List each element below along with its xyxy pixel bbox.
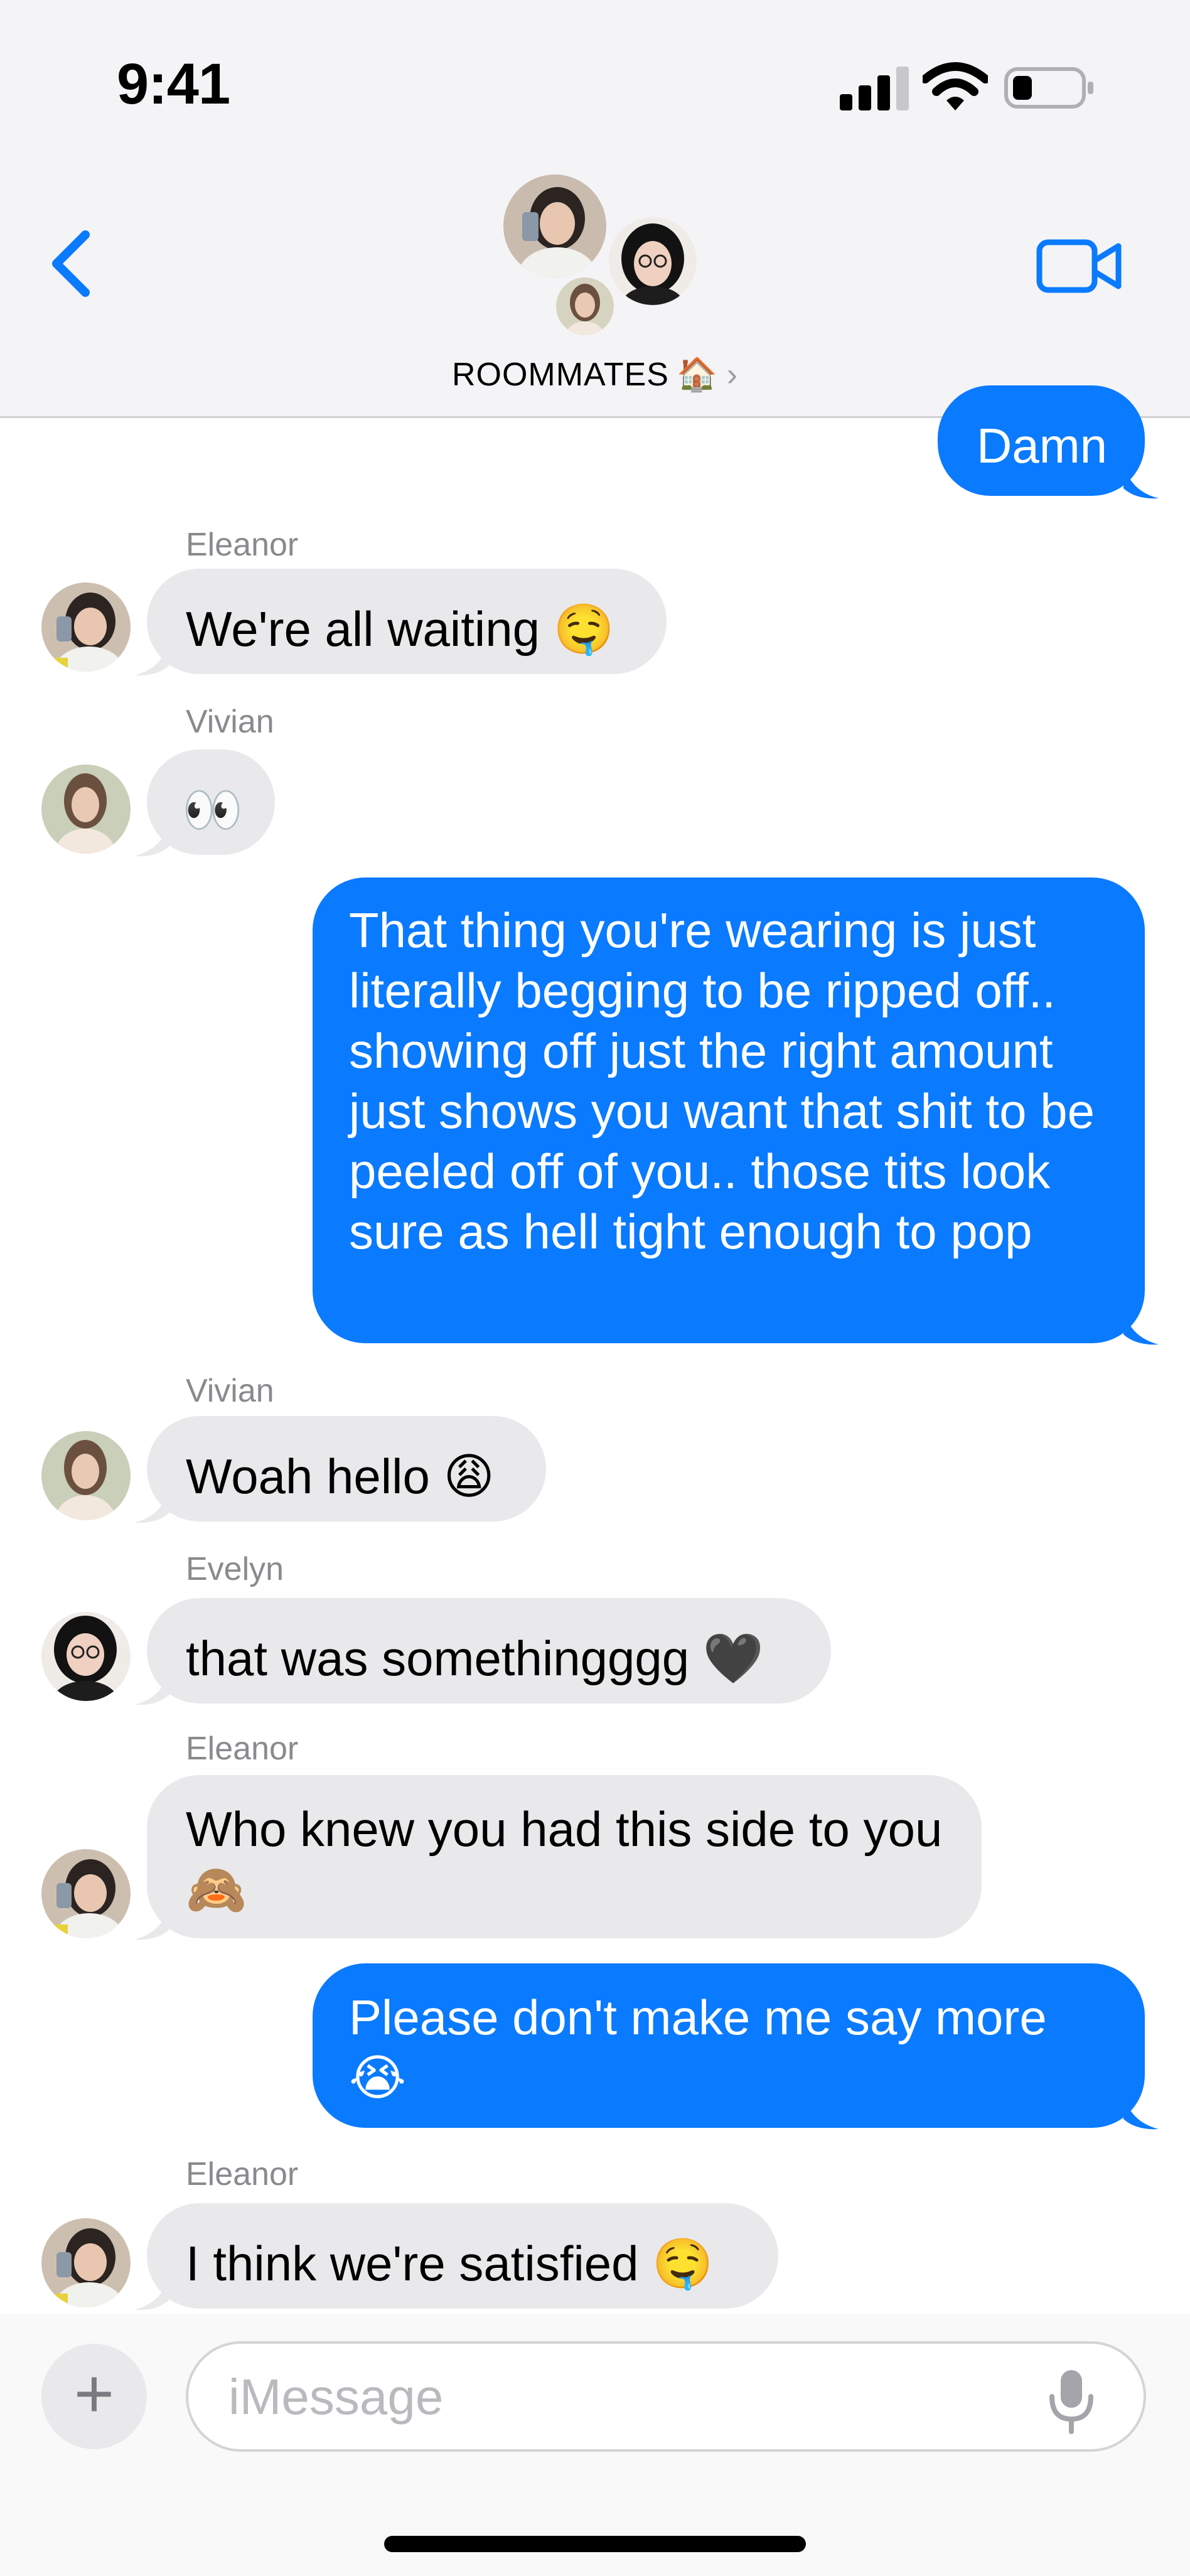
message-text: Who knew you had this side to you 🙈 xyxy=(186,1801,943,1917)
bubble-tail xyxy=(134,640,169,676)
sender-name: Eleanor xyxy=(186,527,299,563)
sender-name: Evelyn xyxy=(186,1551,284,1587)
avatar xyxy=(500,171,610,281)
message-input-container[interactable] xyxy=(186,2341,1146,2452)
avatar xyxy=(41,1431,131,1520)
avatar xyxy=(552,274,618,339)
avatar xyxy=(41,1849,131,1938)
conversation-header: 9:41 ROOMMATES 🏠 › xyxy=(0,0,1190,418)
incoming-bubble[interactable]: Woah hello 😩 xyxy=(147,1416,546,1521)
sender-name: Eleanor xyxy=(186,1731,299,1767)
cellular-signal-icon xyxy=(840,67,909,110)
avatar xyxy=(41,2218,131,2307)
incoming-bubble[interactable]: I think we're satisfied 🤤 xyxy=(147,2203,778,2309)
bubble-tail xyxy=(1123,2094,1159,2130)
message-text: Woah hello 😩 xyxy=(186,1449,495,1504)
message-text: We're all waiting 🤤 xyxy=(186,601,614,657)
outgoing-bubble[interactable]: Damn xyxy=(938,385,1145,496)
bubble-tail xyxy=(134,1904,169,1940)
sender-name: Vivian xyxy=(186,704,274,740)
bubble-tail xyxy=(134,1488,169,1523)
microphone-icon[interactable] xyxy=(1043,2366,1100,2435)
avatar xyxy=(41,582,131,672)
group-avatar-cluster[interactable] xyxy=(496,167,700,343)
sender-name: Eleanor xyxy=(186,2156,299,2192)
incoming-bubble[interactable]: We're all waiting 🤤 xyxy=(147,569,667,674)
incoming-bubble[interactable]: that was somethingggg 🖤 xyxy=(147,1598,831,1704)
avatar xyxy=(605,213,700,309)
message-text: That thing you're wearing is just litera… xyxy=(349,903,1095,1259)
message-input[interactable] xyxy=(227,2365,1033,2429)
incoming-bubble[interactable]: Who knew you had this side to you 🙈 xyxy=(147,1775,982,1938)
back-chevron-icon[interactable] xyxy=(44,226,100,301)
battery-icon xyxy=(1004,67,1093,109)
bubble-tail xyxy=(1123,463,1159,499)
outgoing-bubble[interactable]: Please don't make me say more 😭 xyxy=(313,1963,1145,2128)
group-name-text: ROOMMATES xyxy=(451,357,669,393)
avatar xyxy=(41,765,131,854)
bubble-tail xyxy=(134,821,169,857)
message-text: Please don't make me say more 😭 xyxy=(349,1990,1047,2105)
message-text: I think we're satisfied 🤤 xyxy=(186,2236,714,2291)
message-text: that was somethingggg 🖤 xyxy=(186,1631,764,1686)
outgoing-bubble[interactable]: That thing you're wearing is just litera… xyxy=(313,877,1145,1343)
bubble-tail xyxy=(1123,1309,1159,1345)
status-time: 9:41 xyxy=(117,52,230,116)
wifi-icon xyxy=(923,62,988,110)
avatar xyxy=(41,1612,131,1701)
message-text: 👀 xyxy=(182,782,244,837)
bubble-tail xyxy=(134,2275,169,2310)
video-camera-icon[interactable] xyxy=(1036,237,1123,295)
chevron-right-icon: › xyxy=(726,357,739,393)
house-emoji: 🏠 xyxy=(676,357,718,393)
sender-name: Vivian xyxy=(186,1373,274,1409)
bubble-tail xyxy=(134,1670,169,1705)
message-text: Damn xyxy=(977,418,1108,473)
home-indicator xyxy=(384,2536,806,2552)
add-attachment-button[interactable]: + xyxy=(41,2344,147,2449)
